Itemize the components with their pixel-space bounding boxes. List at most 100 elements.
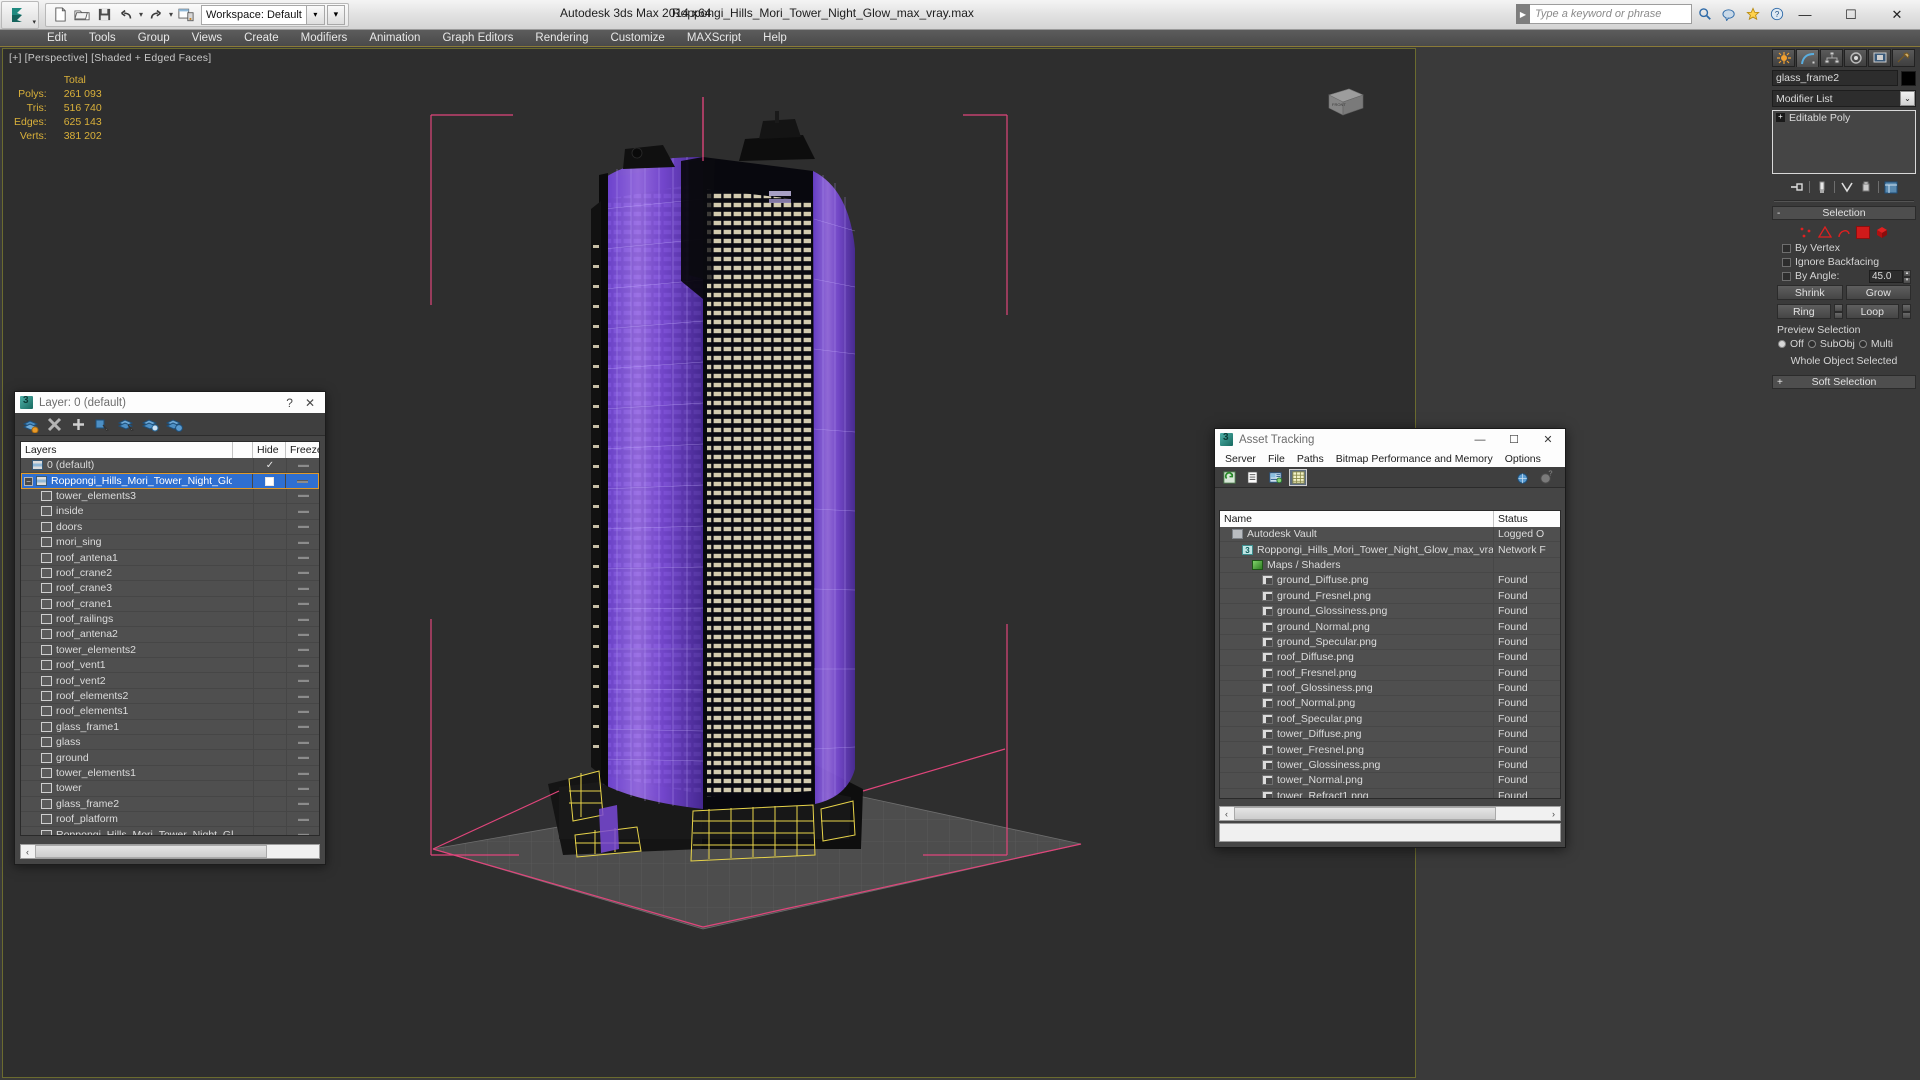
layer-freeze-cell[interactable]	[286, 611, 319, 627]
highlight-selected-objects-layer-icon[interactable]	[117, 416, 135, 433]
layer-explorer-dialog[interactable]: Layer: 0 (default) ? ✕ Layers Hide	[14, 391, 326, 865]
collapse-icon[interactable]: −	[24, 476, 33, 486]
menu-bitmap-performance-and-memory[interactable]: Bitmap Performance and Memory	[1330, 452, 1499, 466]
favorites-star-icon[interactable]	[1742, 4, 1764, 24]
workspace-overflow-button[interactable]: ▾	[326, 4, 345, 25]
close-icon[interactable]: ✕	[300, 396, 320, 410]
asset-row[interactable]: roof_Diffuse.png Found	[1220, 650, 1560, 666]
delete-layer-icon[interactable]	[46, 416, 63, 433]
grow-button[interactable]: Grow	[1845, 285, 1911, 300]
layer-hide-cell[interactable]	[253, 688, 286, 704]
redo-dropdown-caret-icon[interactable]: ▾	[167, 10, 175, 19]
layer-row[interactable]: glass_frame1	[21, 719, 319, 736]
layer-freeze-cell[interactable]	[285, 474, 318, 488]
layer-hide-cell[interactable]	[253, 735, 286, 750]
layer-hide-cell[interactable]	[253, 796, 286, 811]
menu-edit[interactable]: Edit	[36, 31, 78, 45]
layer-row[interactable]: doors	[21, 519, 319, 535]
refresh-icon[interactable]	[1220, 469, 1238, 486]
preview-off-radio[interactable]	[1778, 340, 1786, 348]
save-file-icon[interactable]	[93, 5, 115, 25]
view-cube[interactable]: FRONT	[1319, 83, 1371, 121]
add-selection-to-layer-icon[interactable]	[70, 416, 87, 433]
asset-row[interactable]: tower_Refract1.png Found	[1220, 788, 1560, 798]
scroll-right-icon[interactable]: ›	[1547, 807, 1560, 820]
layer-row[interactable]: roof_vent1	[21, 658, 319, 674]
modify-tab[interactable]	[1796, 49, 1819, 67]
layer-hide-cell[interactable]	[253, 504, 286, 519]
layer-dialog-titlebar[interactable]: Layer: 0 (default) ? ✕	[15, 392, 325, 413]
menu-maxscript[interactable]: MAXScript	[676, 31, 752, 45]
by-angle-value[interactable]: 45.0	[1869, 269, 1903, 283]
maximize-button[interactable]: ☐	[1828, 0, 1874, 29]
layer-row[interactable]: glass	[21, 735, 319, 751]
layer-row[interactable]: roof_crane1	[21, 596, 319, 612]
asset-row[interactable]: Autodesk Vault Logged O	[1220, 527, 1560, 543]
list-view-icon[interactable]	[1243, 469, 1261, 486]
layer-row[interactable]: roof_platform	[21, 811, 319, 828]
menu-options[interactable]: Options	[1499, 452, 1547, 466]
layer-hide-cell[interactable]	[253, 550, 286, 565]
modifier-list-dropdown[interactable]: Modifier List ⌄	[1772, 90, 1916, 107]
layer-row[interactable]: roof_elements2	[21, 688, 319, 705]
layer-freeze-cell[interactable]	[286, 811, 319, 827]
layer-list[interactable]: Layers Hide Freeze 0 (default) ✓ − Roppongi…	[20, 441, 320, 836]
help-globe-icon[interactable]: ?	[1514, 469, 1532, 486]
layer-freeze-cell[interactable]	[286, 458, 319, 473]
edge-select-icon[interactable]	[1817, 225, 1833, 239]
undo-icon[interactable]	[115, 5, 137, 25]
layer-freeze-cell[interactable]	[286, 642, 319, 658]
layer-hide-cell[interactable]	[253, 611, 286, 627]
layer-hide-cell[interactable]	[253, 750, 286, 765]
layer-row[interactable]: roof_antena2	[21, 627, 319, 643]
layer-freeze-cell[interactable]	[286, 658, 319, 673]
shrink-button[interactable]: Shrink	[1777, 285, 1843, 300]
by-vertex-checkbox-row[interactable]: By Vertex	[1774, 241, 1914, 255]
display-tab[interactable]	[1868, 49, 1891, 67]
layer-row[interactable]: mori_sing	[21, 534, 319, 551]
layer-hide-cell[interactable]	[253, 658, 286, 673]
asset-row[interactable]: ground_Fresnel.png Found	[1220, 588, 1560, 604]
utilities-tab[interactable]	[1892, 49, 1915, 67]
remove-modifier-icon[interactable]	[1859, 181, 1873, 194]
layer-row[interactable]: roof_vent2	[21, 673, 319, 689]
configure-modifier-sets-icon[interactable]	[1884, 181, 1898, 194]
create-tab[interactable]	[1772, 49, 1795, 67]
layer-freeze-cell[interactable]	[286, 596, 319, 611]
create-new-layer-icon[interactable]	[22, 416, 39, 433]
ring-button[interactable]: Ring	[1777, 304, 1831, 319]
layer-hide-cell[interactable]	[253, 765, 286, 781]
scrollbar-thumb[interactable]	[1234, 807, 1496, 820]
checkbox-empty-icon[interactable]	[264, 476, 274, 486]
undo-dropdown-caret-icon[interactable]: ▾	[137, 10, 145, 19]
layer-hide-cell[interactable]	[253, 519, 286, 534]
layer-freeze-cell[interactable]	[286, 519, 319, 534]
layer-freeze-cell[interactable]	[286, 735, 319, 750]
application-menu-button[interactable]: ▾	[1, 0, 39, 29]
layer-row[interactable]: roof_railings	[21, 611, 319, 628]
layer-row[interactable]: tower_elements2	[21, 642, 319, 659]
layer-freeze-cell[interactable]	[286, 796, 319, 811]
ignore-backfacing-checkbox[interactable]	[1782, 257, 1791, 267]
soft-selection-rollout-header[interactable]: + Soft Selection	[1772, 375, 1916, 389]
layer-row[interactable]: ground	[21, 750, 319, 766]
asset-row[interactable]: 3 Roppongi_Hills_Mori_Tower_Night_Glow_ma…	[1220, 542, 1560, 558]
layer-row[interactable]: Roppongi_Hills_Mori_Tower_Night_Glow	[21, 827, 319, 835]
asset-row[interactable]: tower_Normal.png Found	[1220, 773, 1560, 789]
layer-freeze-cell[interactable]	[286, 827, 319, 835]
asset-dialog-titlebar[interactable]: Asset Tracking — ☐ ✕	[1215, 429, 1565, 450]
layer-freeze-cell[interactable]	[286, 781, 319, 796]
layer-list-horizontal-scrollbar[interactable]: ‹	[20, 844, 320, 859]
preview-multi-radio[interactable]	[1858, 340, 1867, 348]
layer-hide-cell[interactable]	[253, 488, 286, 504]
layer-hide-cell[interactable]	[253, 642, 286, 658]
layer-hide-cell[interactable]	[253, 781, 286, 796]
asset-list[interactable]: Name Status Autodesk Vault Logged O 3 Roppo…	[1219, 510, 1561, 799]
pin-stack-icon[interactable]	[1790, 181, 1804, 194]
by-vertex-checkbox[interactable]	[1782, 243, 1791, 253]
by-angle-checkbox-row[interactable]: By Angle: 45.0 ▴ ▾	[1774, 269, 1914, 284]
asset-row[interactable]: tower_Glossiness.png Found	[1220, 757, 1560, 774]
workspace-select[interactable]: Workspace: Default	[201, 4, 307, 25]
menu-views[interactable]: Views	[181, 31, 233, 45]
layer-properties-icon[interactable]	[165, 416, 183, 433]
